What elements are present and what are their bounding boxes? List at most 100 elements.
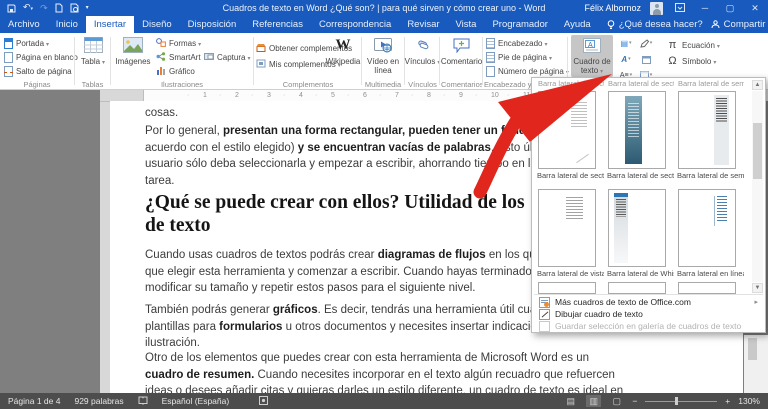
smartart-icon — [156, 51, 166, 63]
word-count[interactable]: 929 palabras — [74, 396, 123, 406]
ruler-number: 5 — [331, 91, 335, 99]
gallery-label: Barra lateral en línea l... — [677, 269, 744, 278]
wordart-icon: A — [621, 54, 628, 64]
tabla-button[interactable]: Tabla — [79, 35, 107, 68]
elementos-rapidos-button[interactable]: ▤ ▾ — [619, 36, 633, 50]
simbolo-button[interactable]: Ω Símbolo — [666, 55, 716, 67]
group-complementos: Obtener complementos Mis complementos W … — [256, 33, 360, 89]
vertical-ruler[interactable] — [100, 101, 110, 393]
gallery-scroll-down-button[interactable]: ▼ — [752, 283, 763, 293]
ruler-number: 1 — [203, 91, 207, 99]
tab-disposición[interactable]: Disposición — [180, 16, 245, 33]
wordart-button[interactable]: A ▾ — [619, 52, 633, 66]
group-label: Páginas — [23, 80, 51, 89]
tell-me-box[interactable]: ¿Qué desea hacer? — [599, 16, 711, 33]
tab-revisar[interactable]: Revisar — [399, 16, 447, 33]
zoom-slider-thumb[interactable] — [675, 397, 679, 405]
ecuacion-button[interactable]: π Ecuación — [666, 39, 720, 51]
portada-button[interactable]: Portada — [4, 37, 49, 49]
pagina-en-blanco-button[interactable]: Página en blanco — [4, 51, 78, 63]
read-mode-icon[interactable]: ▤ — [563, 395, 578, 407]
gallery-scrollbar-track[interactable] — [752, 91, 763, 282]
tab-programador[interactable]: Programador — [484, 16, 555, 33]
gallery-label-clipped: Barra lateral de sem... — [678, 79, 744, 87]
print-layout-icon[interactable]: ▥ — [586, 395, 602, 407]
tab-archivo[interactable]: Archivo — [0, 16, 48, 33]
save-icon[interactable] — [7, 4, 16, 13]
pie-de-pagina-button[interactable]: Pie de página — [486, 51, 552, 63]
redo-icon[interactable]: ↷ — [40, 3, 48, 13]
tab-correspondencia[interactable]: Correspondencia — [311, 16, 399, 33]
ruler-number: 10 — [491, 91, 499, 99]
new-document-icon[interactable] — [55, 3, 63, 13]
gallery-item-1[interactable] — [538, 91, 596, 169]
smartart-button[interactable]: SmartArt — [156, 51, 201, 63]
tab-diseño[interactable]: Diseño — [134, 16, 180, 33]
proofing-icon[interactable] — [138, 396, 148, 407]
page-break-icon — [4, 65, 13, 77]
zoom-in-button[interactable]: + — [725, 396, 730, 406]
page-indicator[interactable]: Página 1 de 4 — [8, 396, 60, 406]
web-layout-icon[interactable]: ▢ — [609, 395, 624, 407]
captura-button[interactable]: Captura — [204, 51, 250, 63]
gallery-scroll-up-button[interactable]: ▲ — [752, 80, 763, 90]
salto-de-pagina-button[interactable]: Salto de página — [4, 65, 72, 77]
minimize-button[interactable]: ─ — [697, 3, 713, 13]
tab-referencias[interactable]: Referencias — [244, 16, 311, 33]
cuadro-de-texto-button[interactable]: A Cuadro de texto — [571, 35, 613, 77]
tab-ayuda[interactable]: Ayuda — [556, 16, 599, 33]
page-number-icon — [486, 65, 495, 77]
ribbon-display-options-icon[interactable] — [672, 2, 688, 14]
language-indicator[interactable]: Español (España) — [162, 396, 230, 406]
gallery-item-3[interactable] — [678, 91, 736, 169]
group-vinculos: Vínculos Vínculos — [405, 33, 440, 89]
date-time-icon — [641, 55, 651, 64]
gallery-item-4[interactable] — [538, 189, 596, 267]
numero-de-pagina-button[interactable]: Número de página — [486, 65, 569, 77]
gallery-scrollbar-thumb[interactable] — [753, 123, 762, 179]
my-addins-icon — [256, 59, 266, 70]
ribbon-tab-row: Archivo Inicio Insertar Diseño Disposición Re… — [0, 16, 768, 33]
scrollbar-thumb[interactable] — [748, 338, 757, 360]
quick-access-toolbar: ↶▾ ↷ ▾ — [0, 2, 89, 14]
gallery-item-9[interactable] — [678, 282, 736, 294]
gallery-item-5[interactable] — [608, 189, 666, 267]
gallery-item-2[interactable] — [608, 91, 666, 169]
gallery-item-7[interactable] — [538, 282, 596, 294]
gallery-item-8[interactable] — [608, 282, 666, 294]
menu-item-draw-text-box[interactable]: Dibujar cuadro de texto — [534, 308, 763, 320]
zoom-slider[interactable] — [645, 397, 718, 405]
firma-button[interactable]: ▾ — [639, 36, 653, 50]
user-name[interactable]: Félix Albornoz — [584, 3, 641, 13]
ruler-tick: · — [187, 91, 190, 99]
macro-record-icon[interactable] — [259, 395, 269, 407]
submenu-arrow-icon: ▸ — [754, 299, 758, 306]
zoom-level[interactable]: 130% — [738, 396, 760, 406]
customize-qat-icon[interactable]: ▾ — [86, 4, 89, 13]
menu-item-more-text-boxes[interactable]: Más cuadros de texto de Office.com ▸ — [534, 296, 763, 308]
grafico-button[interactable]: Gráfico — [156, 65, 195, 77]
wikipedia-button[interactable]: W Wikipedia — [326, 35, 361, 66]
document-scrollbar[interactable] — [744, 335, 768, 393]
imagenes-button[interactable]: Imágenes — [114, 35, 152, 66]
blank-page-icon — [4, 51, 13, 63]
vinculos-button[interactable]: Vínculos — [405, 35, 440, 68]
tab-inicio[interactable]: Inicio — [48, 16, 86, 33]
gallery-item-6[interactable] — [678, 189, 736, 267]
menu-item-save-selection: Guardar selección en galería de cuadros … — [534, 320, 763, 332]
close-button[interactable]: ✕ — [747, 3, 763, 14]
encabezado-button[interactable]: Encabezado — [486, 37, 548, 49]
share-button[interactable]: Compartir — [711, 16, 768, 33]
ruler-tick: · — [379, 91, 382, 99]
restore-button[interactable]: ▢ — [722, 3, 738, 14]
video-en-linea-button[interactable]: Vídeo en línea — [365, 35, 401, 75]
undo-icon[interactable]: ↶▾ — [23, 2, 33, 14]
tab-vista[interactable]: Vista — [448, 16, 485, 33]
fecha-y-hora-button[interactable] — [639, 52, 653, 66]
comentario-button[interactable]: Comentario — [441, 35, 482, 66]
print-preview-icon[interactable] — [70, 3, 79, 13]
formas-button[interactable]: Formas — [156, 37, 201, 49]
tab-insertar[interactable]: Insertar — [85, 16, 135, 33]
zoom-out-button[interactable]: − — [632, 396, 637, 406]
avatar[interactable] — [650, 1, 663, 15]
